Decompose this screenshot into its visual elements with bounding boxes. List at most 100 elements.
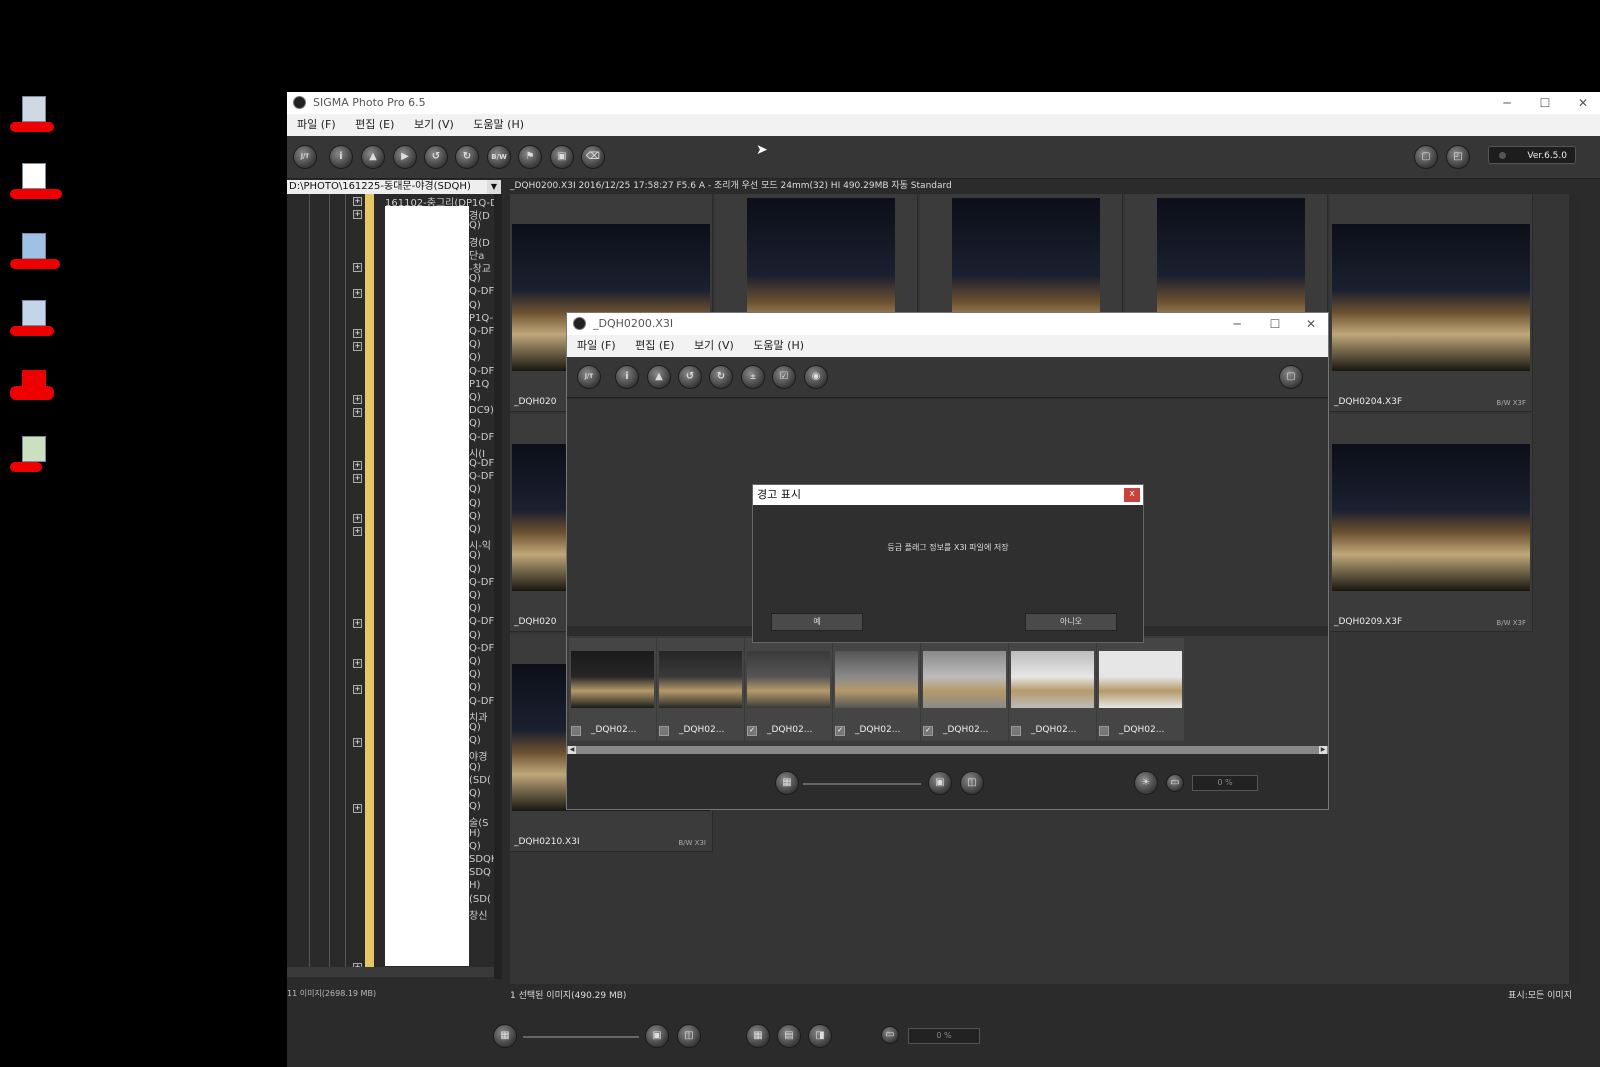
window-button[interactable]: ◰ <box>1446 145 1470 169</box>
image-jpeg-tiff-button[interactable]: J/T <box>577 365 601 389</box>
thumb-size-large-button[interactable]: ▣ <box>645 1024 669 1048</box>
tree-expand-icon[interactable]: + <box>353 461 362 470</box>
filmstrip-thumbnail[interactable]: ✓ _DQH02... <box>745 638 832 741</box>
close-button[interactable]: ✕ <box>1568 94 1598 112</box>
image-thumb-small-button[interactable]: ▦ <box>775 771 799 795</box>
image-minimize-button[interactable]: ─ <box>1222 315 1252 333</box>
scroll-right-arrow[interactable]: ▶ <box>1319 746 1327 754</box>
menu-view[interactable]: 보기 (V) <box>414 114 454 136</box>
filmstrip-checkbox[interactable]: ✓ <box>835 726 845 736</box>
menu-help[interactable]: 도움말 (H) <box>473 114 524 136</box>
image-menu-file[interactable]: 파일 (F) <box>577 335 616 357</box>
filmstrip-scrollbar[interactable]: ◀ ▶ <box>567 746 1328 754</box>
tree-horizontal-scrollbar[interactable] <box>287 967 494 977</box>
tree-item-label[interactable]: Q) <box>469 735 494 746</box>
tree-item-label[interactable]: Q) <box>469 484 494 495</box>
lock-button[interactable]: ▣ <box>550 145 574 169</box>
tree-item-label[interactable]: Q) <box>469 682 494 693</box>
tree-item-label[interactable]: P1Q <box>469 379 494 390</box>
tree-expand-icon[interactable]: + <box>353 474 362 484</box>
tree-item-label[interactable]: Q) <box>469 656 494 667</box>
image-compare-button[interactable]: ◫ <box>960 771 984 795</box>
tree-expand-icon[interactable]: + <box>353 263 362 272</box>
tree-item-label[interactable]: Q) <box>469 564 494 575</box>
image-menu-help[interactable]: 도움말 (H) <box>753 335 804 357</box>
filmstrip-thumbnail[interactable]: _DQH02... <box>657 638 744 741</box>
tree-item-label[interactable]: Q-DF <box>469 366 494 377</box>
tree-item-label[interactable]: Q) <box>469 273 494 284</box>
grid-vertical-scrollbar[interactable] <box>1569 194 1579 984</box>
tree-expand-icon[interactable]: + <box>353 685 362 695</box>
filmstrip[interactable]: _DQH02... _DQH02... ✓ _DQH02... ✓ _DQH02... ✓ _… <box>567 636 1328 754</box>
tree-item-label[interactable]: Q) <box>469 590 494 601</box>
flag-button[interactable]: ⚑ <box>518 145 542 169</box>
image-thumb-slider[interactable] <box>803 783 921 785</box>
tree-item-label[interactable]: Q-DF <box>469 643 494 654</box>
image-exposure-button[interactable]: ± <box>741 365 765 389</box>
tree-item-label[interactable]: Q-DF <box>469 471 494 482</box>
image-rotate-right-button[interactable]: ↻ <box>709 365 733 389</box>
tree-vertical-scrollbar[interactable] <box>494 194 502 979</box>
thumb-size-small-button[interactable]: ▦ <box>493 1024 517 1048</box>
tree-item-label[interactable]: (SD( <box>469 894 494 905</box>
image-camera-button[interactable]: ◉ <box>804 365 828 389</box>
tree-item-label[interactable]: Q) <box>469 498 494 509</box>
dialog-yes-button[interactable]: 예 <box>771 613 863 631</box>
grid-thumbnail[interactable]: _DQH0204.X3F B/W X3F <box>1330 194 1533 412</box>
tree-item-label[interactable]: Q-DF <box>469 616 494 627</box>
tree-expand-icon[interactable]: + <box>353 210 362 220</box>
filmstrip-checkbox[interactable] <box>571 726 581 736</box>
zoom-field[interactable]: 0 % <box>908 1028 980 1044</box>
filmstrip-checkbox[interactable]: ✓ <box>747 726 757 736</box>
rotate-right-button[interactable]: ↻ <box>455 145 479 169</box>
tree-item-label[interactable]: Q-DF <box>469 432 494 443</box>
menu-file[interactable]: 파일 (F) <box>297 114 336 136</box>
tree-expand-icon[interactable]: + <box>353 408 362 418</box>
info-button[interactable]: i <box>329 145 353 169</box>
desktop-icon-recycle-bin[interactable] <box>10 96 54 136</box>
filmstrip-checkbox[interactable]: ✓ <box>923 726 933 736</box>
tree-item-label[interactable]: Q) <box>469 801 494 812</box>
tree-expand-icon[interactable]: + <box>353 659 362 668</box>
tree-expand-icon[interactable]: + <box>353 197 362 206</box>
tree-item-label[interactable]: Q) <box>469 392 494 403</box>
tree-item-label[interactable]: 창신 <box>469 907 494 922</box>
tree-expand-icon[interactable]: + <box>353 289 362 299</box>
tree-item-label[interactable]: (SD( <box>469 775 494 786</box>
tree-item-label[interactable]: Q) <box>469 669 494 680</box>
grid-thumbnail[interactable]: _DQH0209.X3F B/W X3F <box>1330 414 1533 632</box>
image-zoom-field[interactable]: 0 % <box>1192 775 1258 791</box>
desktop-icon-shortcut[interactable] <box>10 233 60 273</box>
tree-item-label[interactable]: SDQH <box>469 854 494 865</box>
tree-item-label[interactable]: Q) <box>469 603 494 614</box>
tree-item-label[interactable]: Q) <box>469 220 494 231</box>
image-close-button[interactable]: ✕ <box>1296 315 1326 333</box>
tree-item-label[interactable]: Q) <box>469 788 494 799</box>
image-thumb-large-button[interactable]: ▣ <box>928 771 952 795</box>
tree-item-label[interactable]: Q) <box>469 630 494 641</box>
filmstrip-checkbox[interactable] <box>1099 726 1109 736</box>
delete-button[interactable]: ⌫ <box>581 145 605 169</box>
tree-item-label[interactable]: P1Q- <box>469 313 494 324</box>
tree-expand-icon[interactable]: + <box>353 513 362 523</box>
thumb-size-slider[interactable] <box>523 1036 639 1038</box>
image-layout-button[interactable]: ▢ <box>1279 365 1303 389</box>
tree-expand-icon[interactable]: + <box>353 527 362 536</box>
dialog-no-button[interactable]: 아니오 <box>1025 613 1117 631</box>
fit-button[interactable]: ▭ <box>881 1026 899 1044</box>
filmstrip-thumbnail[interactable]: _DQH02... <box>1097 638 1184 741</box>
image-fit-button[interactable]: ▭ <box>1166 774 1184 792</box>
scroll-left-arrow[interactable]: ◀ <box>568 746 576 754</box>
bw-button[interactable]: B/W <box>487 145 511 169</box>
tree-expand-icon[interactable]: + <box>353 329 362 338</box>
filmstrip-thumbnail[interactable]: _DQH02... <box>569 638 656 741</box>
tree-item-label[interactable]: H) <box>469 880 494 891</box>
dialog-close-button[interactable]: x <box>1124 488 1140 502</box>
menu-edit[interactable]: 편집 (E) <box>355 114 394 136</box>
maximize-button[interactable]: ☐ <box>1530 94 1560 112</box>
tree-item-label[interactable]: Q-DF <box>469 696 494 707</box>
single-view-button[interactable]: ▤ <box>777 1024 801 1048</box>
tree-item-label[interactable]: Q-DF <box>469 458 494 469</box>
filmstrip-thumbnail[interactable]: ✓ _DQH02... <box>833 638 920 741</box>
compare-button[interactable]: ◫ <box>677 1024 701 1048</box>
